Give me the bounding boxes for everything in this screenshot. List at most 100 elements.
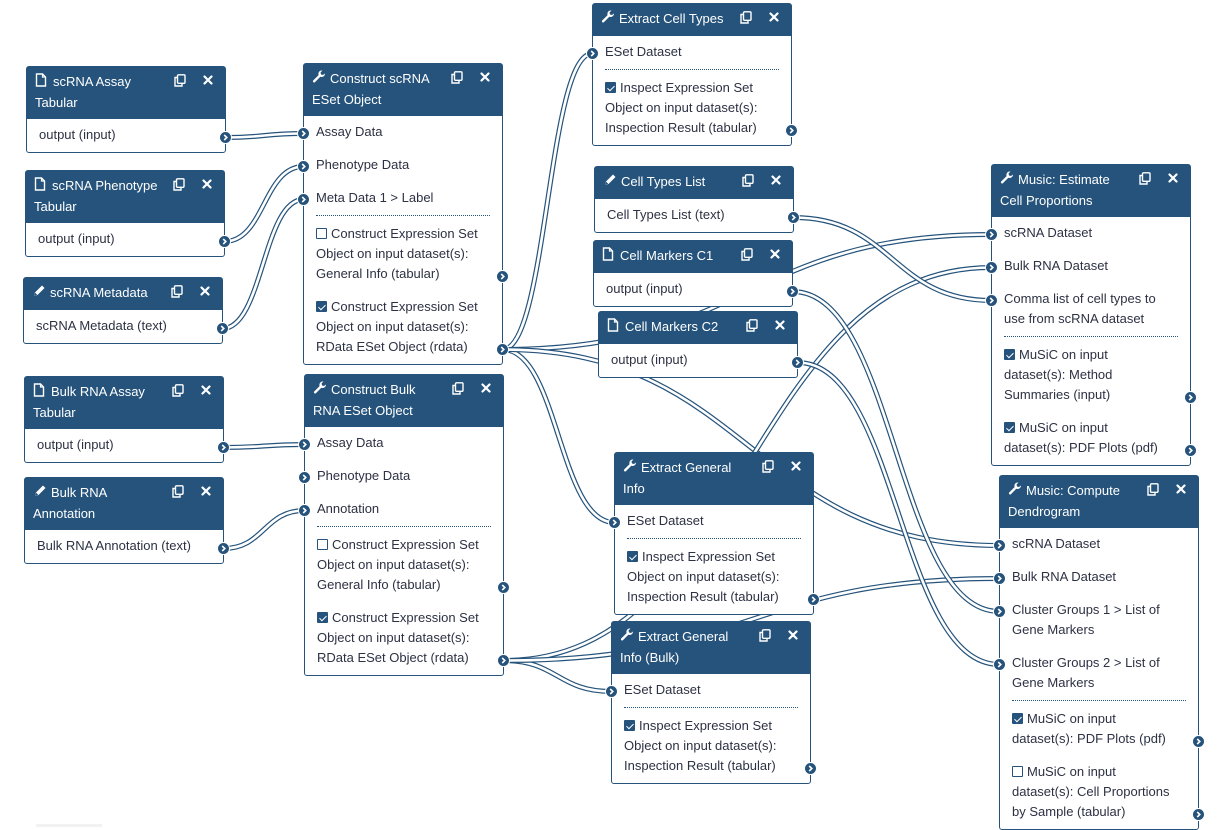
- workflow-output-checkbox[interactable]: [1004, 422, 1015, 433]
- workflow-node[interactable]: Music: Estimate Cell Proportions scRNA Da…: [985, 164, 1197, 466]
- copy-icon[interactable]: [745, 317, 759, 333]
- output-terminal-icon[interactable]: [807, 593, 820, 606]
- node-header[interactable]: Construct Bulk RNA ESet Object: [305, 375, 503, 427]
- workflow-node[interactable]: Cell Markers C2 output (input): [598, 311, 804, 378]
- workflow-node[interactable]: scRNA Phenotype Tabular output (input): [25, 170, 231, 257]
- connection-edge[interactable]: [223, 442, 305, 450]
- close-icon[interactable]: [201, 72, 215, 88]
- workflow-output-checkbox[interactable]: [1004, 349, 1015, 360]
- close-icon[interactable]: [199, 382, 213, 398]
- output-terminal-icon[interactable]: [804, 762, 817, 775]
- connection-edge[interactable]: [793, 215, 992, 303]
- node-header[interactable]: Cell Markers C1: [594, 241, 792, 273]
- input-terminal-icon[interactable]: [297, 160, 310, 173]
- copy-icon[interactable]: [739, 9, 753, 25]
- node-header[interactable]: Bulk RNA Assay Tabular: [25, 377, 223, 429]
- output-terminal-icon[interactable]: [216, 322, 229, 335]
- close-icon[interactable]: [786, 627, 800, 643]
- workflow-node[interactable]: Cell Markers C1 output (input): [593, 240, 799, 307]
- close-icon[interactable]: [773, 317, 787, 333]
- workflow-node[interactable]: Bulk RNA Assay Tabular output (input): [24, 376, 230, 463]
- input-terminal-icon[interactable]: [985, 228, 998, 241]
- node-header[interactable]: Music: Estimate Cell Proportions: [992, 165, 1190, 217]
- close-icon[interactable]: [478, 69, 492, 85]
- input-terminal-icon[interactable]: [297, 193, 310, 206]
- node-header[interactable]: scRNA Phenotype Tabular: [26, 171, 224, 223]
- copy-icon[interactable]: [451, 380, 465, 396]
- copy-icon[interactable]: [171, 483, 185, 499]
- close-icon[interactable]: [1166, 170, 1180, 186]
- close-icon[interactable]: [1174, 481, 1188, 497]
- copy-icon[interactable]: [741, 172, 755, 188]
- copy-icon[interactable]: [171, 382, 185, 398]
- connection-edge[interactable]: [503, 658, 612, 694]
- close-icon[interactable]: [199, 483, 213, 499]
- copy-icon[interactable]: [1138, 170, 1152, 186]
- copy-icon[interactable]: [1146, 481, 1160, 497]
- node-header[interactable]: Construct scRNA ESet Object: [304, 64, 502, 116]
- workflow-node[interactable]: Extract General Info ESet Dataset Inspect …: [608, 452, 820, 615]
- input-terminal-icon[interactable]: [993, 572, 1006, 585]
- close-icon[interactable]: [768, 246, 782, 262]
- workflow-node[interactable]: scRNA Assay Tabular output (input): [26, 66, 232, 153]
- node-header[interactable]: Cell Markers C2: [599, 312, 797, 344]
- node-header[interactable]: scRNA Metadata: [24, 278, 222, 310]
- workflow-output-checkbox[interactable]: [316, 301, 327, 312]
- workflow-output-checkbox[interactable]: [624, 720, 635, 731]
- input-terminal-icon[interactable]: [298, 471, 311, 484]
- output-terminal-icon[interactable]: [218, 235, 231, 248]
- workflow-output-checkbox[interactable]: [317, 612, 328, 623]
- input-terminal-icon[interactable]: [605, 685, 618, 698]
- output-terminal-icon[interactable]: [1192, 735, 1205, 748]
- output-terminal-icon[interactable]: [497, 581, 510, 594]
- workflow-output-checkbox[interactable]: [1012, 766, 1023, 777]
- workflow-output-checkbox[interactable]: [317, 539, 328, 550]
- close-icon[interactable]: [200, 176, 214, 192]
- output-terminal-icon[interactable]: [786, 285, 799, 298]
- close-icon[interactable]: [789, 458, 803, 474]
- workflow-node[interactable]: Construct Bulk RNA ESet Object Assay Data…: [298, 374, 510, 676]
- copy-icon[interactable]: [761, 458, 775, 474]
- copy-icon[interactable]: [758, 627, 772, 643]
- workflow-node[interactable]: Extract General Info (Bulk) ESet Dataset I…: [605, 621, 817, 784]
- close-icon[interactable]: [769, 172, 783, 188]
- connection-edge[interactable]: [792, 289, 1000, 614]
- close-icon[interactable]: [198, 283, 212, 299]
- input-terminal-icon[interactable]: [297, 127, 310, 140]
- copy-icon[interactable]: [450, 69, 464, 85]
- connection-edge[interactable]: [222, 197, 304, 331]
- close-icon[interactable]: [767, 9, 781, 25]
- node-header[interactable]: Extract Cell Types: [593, 4, 791, 36]
- node-header[interactable]: Bulk RNA Annotation: [25, 478, 223, 530]
- copy-icon[interactable]: [740, 246, 754, 262]
- output-terminal-icon[interactable]: [1184, 444, 1197, 457]
- workflow-node[interactable]: Cell Types List Cell Types List (text): [594, 166, 800, 233]
- output-terminal-icon[interactable]: [791, 356, 804, 369]
- output-terminal-icon[interactable]: [787, 211, 800, 224]
- output-terminal-icon[interactable]: [496, 270, 509, 283]
- workflow-node[interactable]: Construct scRNA ESet Object Assay Data Phe…: [297, 63, 509, 365]
- output-terminal-icon[interactable]: [217, 441, 230, 454]
- workflow-output-checkbox[interactable]: [1012, 713, 1023, 724]
- input-terminal-icon[interactable]: [298, 504, 311, 517]
- output-terminal-icon[interactable]: [497, 654, 510, 667]
- output-terminal-icon[interactable]: [785, 124, 798, 137]
- node-header[interactable]: Cell Types List: [595, 167, 793, 199]
- input-terminal-icon[interactable]: [608, 516, 621, 529]
- connection-edge[interactable]: [224, 164, 304, 244]
- input-terminal-icon[interactable]: [993, 539, 1006, 552]
- copy-icon[interactable]: [173, 72, 187, 88]
- connection-edge[interactable]: [225, 131, 304, 140]
- input-terminal-icon[interactable]: [985, 261, 998, 274]
- input-terminal-icon[interactable]: [586, 47, 599, 60]
- output-terminal-icon[interactable]: [1192, 808, 1205, 821]
- workflow-node[interactable]: Music: Compute Dendrogram scRNA Dataset Bu…: [993, 475, 1205, 830]
- node-header[interactable]: scRNA Assay Tabular: [27, 67, 225, 119]
- connection-edge[interactable]: [501, 51, 594, 352]
- close-icon[interactable]: [479, 380, 493, 396]
- workflow-output-checkbox[interactable]: [605, 82, 616, 93]
- node-header[interactable]: Extract General Info (Bulk): [612, 622, 810, 674]
- copy-icon[interactable]: [170, 283, 184, 299]
- node-header[interactable]: Extract General Info: [615, 453, 813, 505]
- input-terminal-icon[interactable]: [993, 605, 1006, 618]
